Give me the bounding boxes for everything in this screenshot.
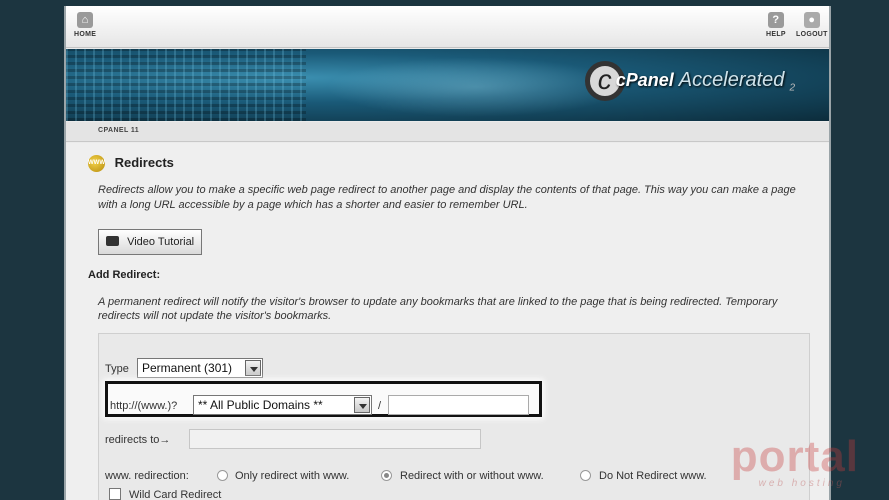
home-button[interactable]: ⌂ HOME bbox=[74, 12, 96, 38]
radio-only-with-www[interactable] bbox=[217, 470, 228, 481]
cpanel-page: ⌂ HOME ? HELP ● LOGOUT c cPanel Accelera… bbox=[64, 6, 831, 500]
video-tutorial-button[interactable]: Video Tutorial bbox=[98, 229, 202, 255]
radio-with-or-without-www-label: Redirect with or without www. bbox=[400, 470, 544, 482]
redirect-type-value: Permanent (301) bbox=[142, 361, 233, 375]
world-map-graphic bbox=[326, 57, 626, 117]
redirect-path-input[interactable] bbox=[388, 395, 529, 415]
web-hosting-watermark: web hosting bbox=[758, 478, 845, 489]
wildcard-label: Wild Card Redirect bbox=[129, 489, 222, 500]
url-prefix-label: http://(www.)? bbox=[110, 400, 178, 412]
chevron-down-icon bbox=[245, 360, 261, 376]
radio-with-or-without-www[interactable] bbox=[381, 470, 392, 481]
domain-select[interactable]: ** All Public Domains ** bbox=[193, 395, 372, 415]
breadcrumb: CPANEL 11 bbox=[66, 122, 829, 142]
cpanel-banner: c cPanel Accelerated 2 bbox=[66, 49, 829, 121]
page-description: Redirects allow you to make a specific w… bbox=[98, 184, 796, 211]
video-camera-icon bbox=[106, 236, 119, 246]
video-tutorial-label: Video Tutorial bbox=[127, 236, 195, 248]
redirects-to-input[interactable] bbox=[189, 429, 481, 449]
wildcard-checkbox[interactable] bbox=[109, 488, 121, 500]
cpanel-logo-version: 2 bbox=[789, 82, 795, 94]
path-separator: / bbox=[378, 400, 382, 412]
page-title-text: Redirects bbox=[114, 155, 174, 170]
chevron-down-icon bbox=[354, 397, 370, 413]
radio-do-not-redirect-www-label: Do Not Redirect www. bbox=[599, 470, 707, 482]
radio-do-not-redirect-www[interactable] bbox=[580, 470, 591, 481]
top-navigation: ⌂ HOME ? HELP ● LOGOUT bbox=[66, 6, 829, 48]
redirects-to-label: redirects to→ bbox=[105, 434, 171, 446]
portal-watermark: portal bbox=[731, 432, 859, 482]
breadcrumb-cpanel[interactable]: CPANEL 11 bbox=[98, 127, 139, 134]
home-label: HOME bbox=[74, 31, 97, 38]
www-redirection-label: www. redirection: bbox=[105, 470, 189, 482]
help-button[interactable]: ? HELP bbox=[766, 12, 786, 38]
home-icon: ⌂ bbox=[77, 12, 94, 28]
type-label: Type bbox=[105, 363, 129, 375]
www-icon: WWW bbox=[88, 155, 105, 173]
page-title: WWW Redirects bbox=[88, 155, 174, 173]
add-redirect-heading: Add Redirect: bbox=[88, 269, 161, 281]
cpanel-logo-text: cPanel bbox=[615, 69, 674, 90]
logout-icon: ● bbox=[803, 12, 820, 28]
server-graphic bbox=[66, 49, 306, 121]
domain-select-value: ** All Public Domains ** bbox=[198, 398, 323, 412]
logout-label: LOGOUT bbox=[796, 31, 828, 38]
help-icon: ? bbox=[767, 12, 784, 28]
radio-only-with-www-label: Only redirect with www. bbox=[235, 470, 350, 482]
help-label: HELP bbox=[766, 31, 786, 38]
main-content: WWW Redirects Redirects allow you to mak… bbox=[66, 143, 829, 500]
redirect-type-description: A permanent redirect will notify the vis… bbox=[98, 296, 778, 322]
cpanel-logo-accelerated: Accelerated bbox=[678, 68, 785, 91]
redirect-type-select[interactable]: Permanent (301) bbox=[137, 358, 263, 378]
watermark-text: portal bbox=[730, 432, 859, 481]
logout-button[interactable]: ● LOGOUT bbox=[796, 12, 828, 38]
cpanel-logo: c cPanel Accelerated 2 bbox=[584, 61, 795, 101]
